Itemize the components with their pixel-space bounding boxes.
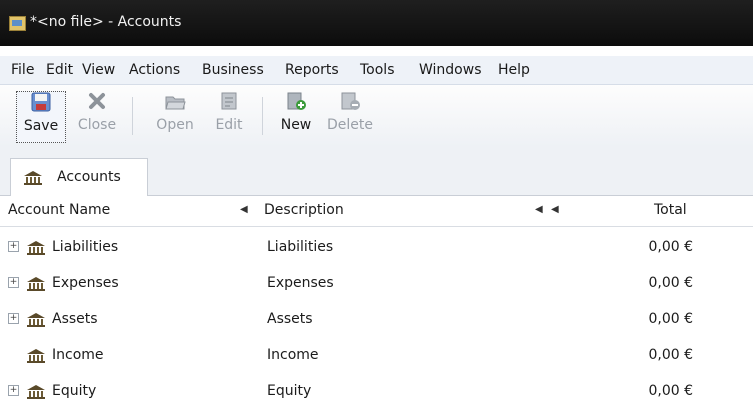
table-row[interactable]: + Expenses Expenses 0,00 € bbox=[0, 266, 753, 301]
menu-view[interactable]: View bbox=[82, 62, 115, 78]
edit-icon bbox=[221, 92, 237, 110]
title-bar: *<no file> - Accounts bbox=[0, 0, 753, 46]
expander-icon[interactable]: + bbox=[8, 241, 19, 252]
account-total: 0,00 € bbox=[648, 275, 693, 291]
new-icon bbox=[287, 92, 306, 110]
delete-button[interactable]: Delete bbox=[322, 91, 378, 141]
delete-label: Delete bbox=[327, 117, 373, 133]
column-resize-arrow[interactable]: ◀ bbox=[240, 204, 248, 215]
edit-label: Edit bbox=[215, 117, 243, 133]
new-button[interactable]: New bbox=[273, 91, 319, 141]
account-description: Income bbox=[267, 347, 319, 363]
bank-icon bbox=[27, 349, 45, 363]
account-description: Assets bbox=[267, 311, 313, 327]
menu-actions[interactable]: Actions bbox=[129, 62, 180, 78]
tab-accounts-label: Accounts bbox=[57, 169, 121, 185]
table-header: Account Name ◀ Description ◀ ◀ Total bbox=[0, 196, 753, 227]
account-name: Income bbox=[52, 347, 104, 363]
table-row[interactable]: + Liabilities Liabilities 0,00 € bbox=[0, 230, 753, 265]
edit-button[interactable]: Edit bbox=[207, 91, 251, 141]
menu-help[interactable]: Help bbox=[498, 62, 530, 78]
window-title: *<no file> - Accounts bbox=[30, 14, 182, 30]
open-label: Open bbox=[156, 117, 194, 133]
open-button[interactable]: Open bbox=[148, 91, 202, 141]
table-row[interactable]: + Equity Equity 0,00 € bbox=[0, 374, 753, 409]
close-icon bbox=[89, 93, 105, 109]
bank-icon bbox=[24, 171, 42, 185]
menu-file[interactable]: File bbox=[11, 62, 34, 78]
bank-icon bbox=[27, 385, 45, 399]
account-description: Liabilities bbox=[267, 239, 334, 255]
save-label: Save bbox=[23, 118, 59, 134]
bank-icon bbox=[27, 313, 45, 327]
bank-icon bbox=[27, 277, 45, 291]
toolbar-separator bbox=[262, 97, 263, 135]
account-name: Expenses bbox=[52, 275, 119, 291]
expander-icon[interactable]: + bbox=[8, 313, 19, 324]
close-button[interactable]: Close bbox=[73, 91, 121, 141]
account-total: 0,00 € bbox=[648, 347, 693, 363]
open-icon bbox=[165, 96, 186, 110]
menu-windows[interactable]: Windows bbox=[419, 62, 482, 78]
app-icon bbox=[9, 16, 26, 31]
toolbar-separator bbox=[132, 97, 133, 135]
delete-icon bbox=[341, 92, 360, 110]
account-total: 0,00 € bbox=[648, 239, 693, 255]
column-resize-arrow[interactable]: ◀ bbox=[551, 204, 559, 215]
menu-edit[interactable]: Edit bbox=[46, 62, 73, 78]
new-label: New bbox=[280, 117, 312, 133]
menu-bar: File Edit View Actions Business Reports … bbox=[0, 56, 753, 85]
toolbar: Save Close Open Edit New Delete bbox=[0, 85, 753, 148]
account-description: Expenses bbox=[267, 275, 334, 291]
account-name: Equity bbox=[52, 383, 97, 399]
tab-strip: Accounts bbox=[0, 147, 753, 196]
column-description[interactable]: Description bbox=[264, 202, 344, 218]
table-row[interactable]: Income Income 0,00 € bbox=[0, 338, 753, 373]
column-total[interactable]: Total bbox=[654, 202, 687, 218]
menu-reports[interactable]: Reports bbox=[285, 62, 339, 78]
menu-tools[interactable]: Tools bbox=[360, 62, 395, 78]
save-button[interactable]: Save bbox=[16, 91, 66, 143]
expander-icon[interactable]: + bbox=[8, 277, 19, 288]
column-resize-arrow[interactable]: ◀ bbox=[535, 204, 543, 215]
tab-accounts[interactable]: Accounts bbox=[10, 158, 148, 196]
table-row[interactable]: + Assets Assets 0,00 € bbox=[0, 302, 753, 337]
account-name: Assets bbox=[52, 311, 98, 327]
close-label: Close bbox=[77, 117, 117, 133]
account-total: 0,00 € bbox=[648, 311, 693, 327]
expander-icon[interactable]: + bbox=[8, 385, 19, 396]
account-total: 0,00 € bbox=[648, 383, 693, 399]
account-name: Liabilities bbox=[52, 239, 119, 255]
account-description: Equity bbox=[267, 383, 312, 399]
menu-business[interactable]: Business bbox=[202, 62, 264, 78]
column-account-name[interactable]: Account Name bbox=[8, 202, 110, 218]
bank-icon bbox=[27, 241, 45, 255]
save-icon bbox=[31, 92, 51, 112]
